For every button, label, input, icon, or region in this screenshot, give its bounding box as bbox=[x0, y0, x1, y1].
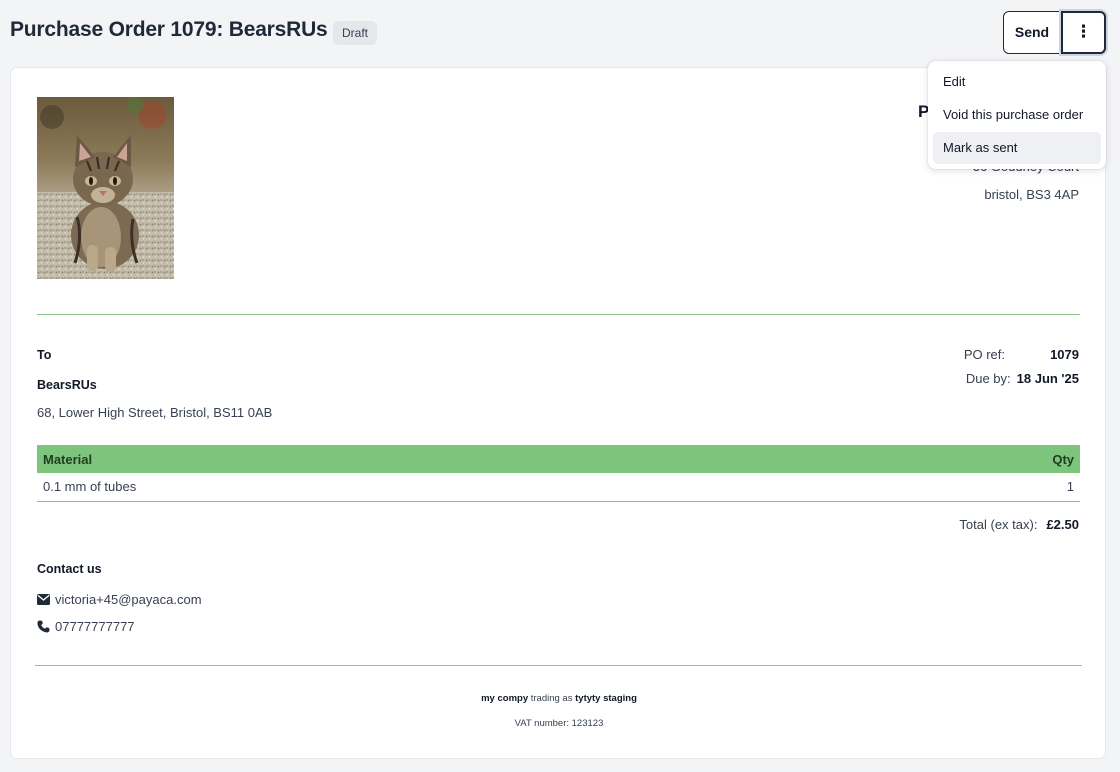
materials-table: Material Qty 0.1 mm of tubes 1 bbox=[37, 445, 1080, 502]
total-value: £2.50 bbox=[1046, 517, 1079, 532]
status-badge: Draft bbox=[333, 21, 378, 45]
table-row: 0.1 mm of tubes 1 bbox=[37, 473, 1080, 502]
column-header-material: Material bbox=[37, 445, 828, 473]
footer-company-name: my compy bbox=[481, 693, 529, 704]
due-by-value: 18 Jun '25 bbox=[1016, 371, 1079, 386]
footer-trading-name: tytyty staging bbox=[575, 693, 637, 704]
contact-email[interactable]: victoria+45@payaca.com bbox=[55, 592, 202, 607]
contact-phone[interactable]: 07777777777 bbox=[55, 619, 135, 634]
supplier-address-line2: bristol, BS3 4AP bbox=[984, 187, 1079, 202]
total-row: Total (ex tax): £2.50 bbox=[959, 517, 1079, 532]
due-by-label: Due by: bbox=[965, 371, 1011, 386]
contact-heading: Contact us bbox=[37, 562, 102, 576]
more-options-button[interactable]: ⋮ bbox=[1061, 11, 1106, 54]
page-title: Purchase Order 1079: BearsRUs bbox=[10, 18, 328, 41]
menu-item-void[interactable]: Void this purchase order bbox=[933, 99, 1101, 131]
total-label: Total (ex tax): bbox=[959, 517, 1038, 532]
po-ref-row: PO ref: 1079 bbox=[964, 347, 1079, 362]
contact-email-row: victoria+45@payaca.com bbox=[37, 592, 202, 607]
recipient-address: 68, Lower High Street, Bristol, BS11 0AB bbox=[37, 405, 273, 420]
more-options-menu: Edit Void this purchase order Mark as se… bbox=[928, 61, 1106, 169]
column-header-qty: Qty bbox=[827, 445, 1080, 473]
due-by-row: Due by: 18 Jun '25 bbox=[966, 371, 1079, 386]
po-ref-value: 1079 bbox=[1050, 347, 1079, 362]
menu-item-edit[interactable]: Edit bbox=[933, 66, 1101, 98]
company-logo-image bbox=[37, 97, 174, 279]
footer-vat-number: VAT number: 123123 bbox=[514, 718, 604, 729]
footer-trading-line: my compy trading as tytyty staging bbox=[11, 693, 1107, 704]
menu-item-mark-as-sent[interactable]: Mark as sent bbox=[933, 132, 1101, 164]
po-ref-label: PO ref: bbox=[963, 347, 1005, 362]
divider bbox=[37, 314, 1080, 315]
phone-icon bbox=[37, 620, 50, 633]
table-header-row: Material Qty bbox=[37, 445, 1080, 473]
material-cell: 0.1 mm of tubes bbox=[37, 473, 828, 502]
page-header: Purchase Order 1079: BearsRUs Draft Send… bbox=[0, 0, 1120, 66]
footer-trading-as: trading as bbox=[530, 693, 573, 704]
recipient-name: BearsRUs bbox=[37, 378, 97, 392]
qty-cell: 1 bbox=[827, 473, 1080, 502]
send-button[interactable]: Send bbox=[1003, 11, 1061, 54]
purchase-order-document: P 36 Goudney Court bristol, BS3 4AP To B… bbox=[10, 67, 1106, 759]
envelope-icon bbox=[37, 594, 50, 605]
contact-phone-row: 07777777777 bbox=[37, 619, 135, 634]
footer-divider bbox=[35, 665, 1082, 666]
to-label: To bbox=[37, 348, 52, 362]
